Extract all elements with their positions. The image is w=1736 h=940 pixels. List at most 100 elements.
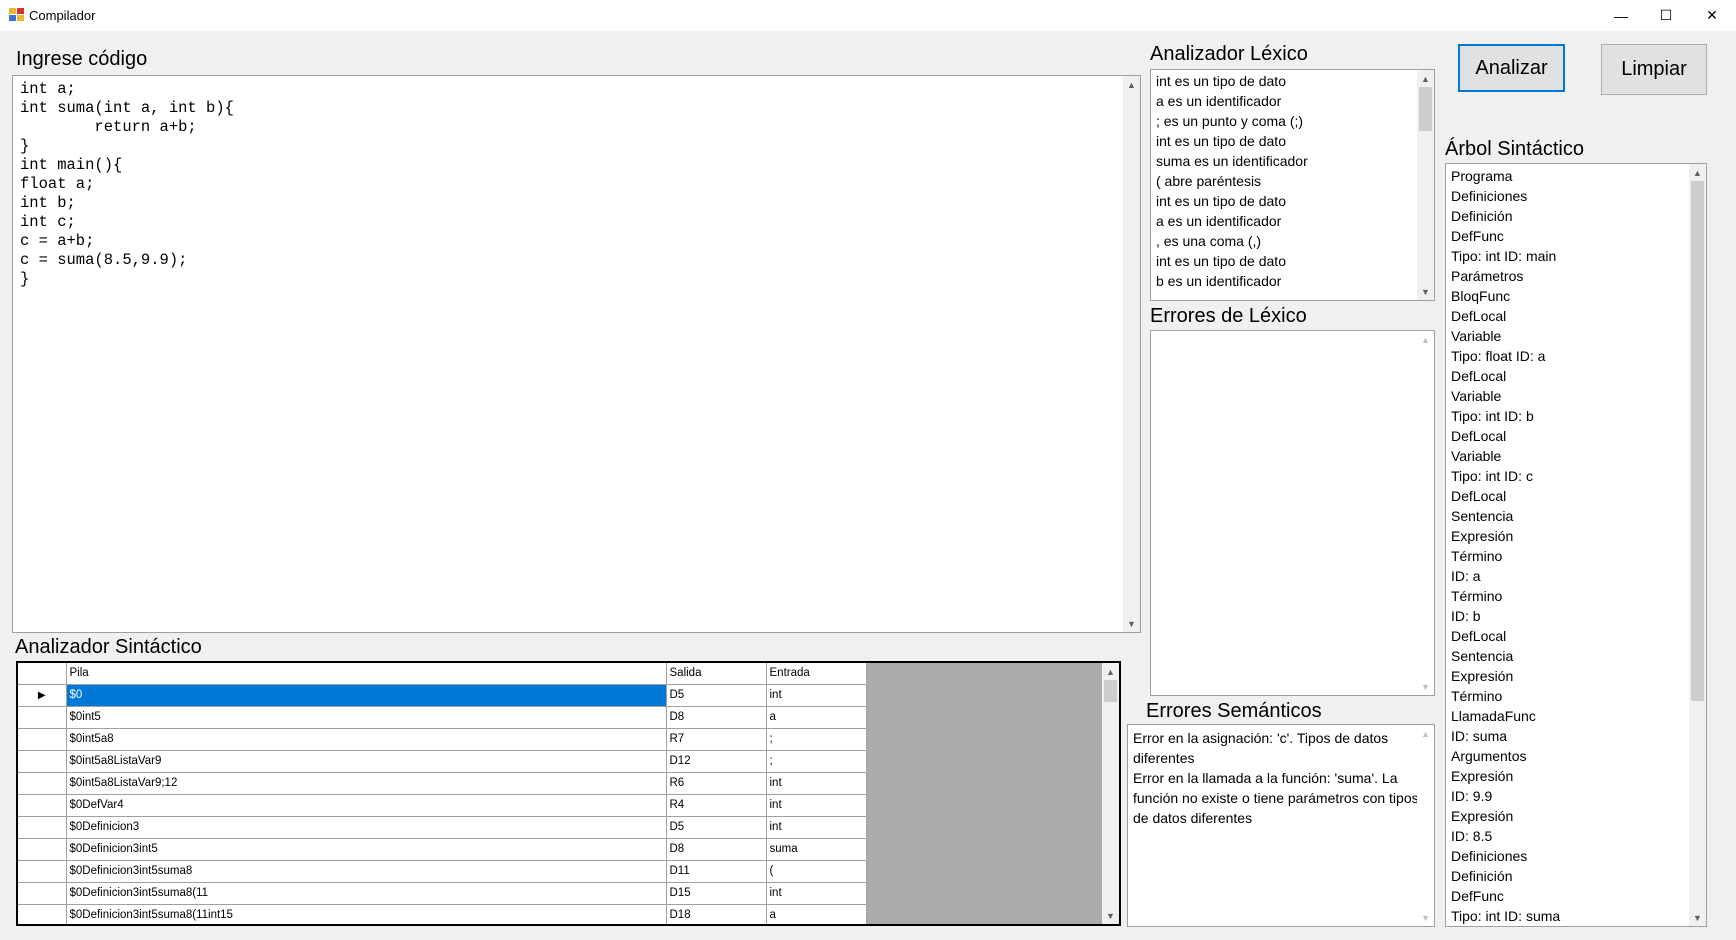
cell-salida[interactable]: R4 <box>666 794 767 817</box>
cell-salida[interactable]: D18 <box>666 904 767 924</box>
cell-entrada[interactable]: int <box>766 794 867 817</box>
row-header[interactable] <box>18 772 67 795</box>
limpiar-button[interactable]: Limpiar <box>1601 44 1707 95</box>
list-item[interactable]: int es un tipo de dato <box>1156 131 1308 151</box>
maximize-button[interactable]: ☐ <box>1643 0 1689 31</box>
cell-pila[interactable]: $0int5a8ListaVar9 <box>66 750 667 773</box>
table-row[interactable]: $0Definicion3int5suma8(11 D15 int <box>18 882 867 905</box>
table-row[interactable]: $0Definicion3 D5 int <box>18 816 867 839</box>
tree-item[interactable]: Término <box>1451 546 1560 566</box>
tree-item[interactable]: Variable <box>1451 386 1560 406</box>
close-button[interactable]: ✕ <box>1689 0 1735 31</box>
list-item[interactable]: , es una coma (,) <box>1156 231 1308 251</box>
scroll-down-icon[interactable]: ▼ <box>1102 907 1119 924</box>
tree-item[interactable]: Programa <box>1451 166 1560 186</box>
cell-entrada[interactable]: ( <box>766 860 867 883</box>
errores-lexico-list[interactable]: ▲ ▼ <box>1150 330 1435 696</box>
tree-item[interactable]: Variable <box>1451 446 1560 466</box>
table-row[interactable]: $0Definicion3int5suma8(11int15 D18 a <box>18 904 867 924</box>
cell-salida[interactable]: D8 <box>666 838 767 861</box>
cell-entrada[interactable]: int <box>766 684 867 707</box>
scroll-down-icon[interactable]: ▼ <box>1417 909 1434 926</box>
cell-pila[interactable]: $0int5a8ListaVar9;12 <box>66 772 667 795</box>
cell-salida[interactable]: D5 <box>666 816 767 839</box>
scroll-up-icon[interactable]: ▲ <box>1417 70 1434 87</box>
tree-item[interactable]: LlamadaFunc <box>1451 706 1560 726</box>
row-header[interactable] <box>18 860 67 883</box>
lexico-scrollbar[interactable]: ▲ ▼ <box>1417 70 1434 300</box>
scroll-down-icon[interactable]: ▼ <box>1417 283 1434 300</box>
row-header[interactable]: ▶ <box>18 684 67 707</box>
list-item[interactable]: ( abre paréntesis <box>1156 171 1308 191</box>
tree-item[interactable]: Definiciones <box>1451 846 1560 866</box>
row-header[interactable] <box>18 838 67 861</box>
tree-item[interactable]: Expresión <box>1451 766 1560 786</box>
list-item[interactable]: a es un identificador <box>1156 211 1308 231</box>
tree-item[interactable]: DefLocal <box>1451 366 1560 386</box>
minimize-button[interactable]: — <box>1598 0 1644 31</box>
row-header[interactable] <box>18 750 67 773</box>
cell-pila[interactable]: $0int5a8 <box>66 728 667 751</box>
sintactico-grid[interactable]: Pila Salida Entrada ▶ $0 D5 int $0int5 D8 a $0i… <box>16 661 1121 926</box>
table-row[interactable]: $0int5a8 R7; <box>18 728 867 751</box>
tree-item[interactable]: Definición <box>1451 206 1560 226</box>
scroll-up-icon[interactable]: ▲ <box>1689 164 1706 181</box>
cell-salida[interactable]: D12 <box>666 750 767 773</box>
tree-item[interactable]: Argumentos <box>1451 746 1560 766</box>
lexico-list[interactable]: int es un tipo de dato a es un identifica… <box>1150 69 1435 301</box>
cell-salida[interactable]: D11 <box>666 860 767 883</box>
tree-item[interactable]: Tipo: int ID: suma <box>1451 906 1560 926</box>
code-scrollbar[interactable]: ▲ ▼ <box>1123 76 1140 632</box>
scroll-up-icon[interactable]: ▲ <box>1417 331 1434 348</box>
table-row[interactable]: $0DefVar4 R4 int <box>18 794 867 817</box>
cell-pila[interactable]: $0DefVar4 <box>66 794 667 817</box>
row-header[interactable] <box>18 728 67 751</box>
tree-item[interactable]: ID: 9.9 <box>1451 786 1560 806</box>
tree-item[interactable]: Expresión <box>1451 666 1560 686</box>
tree-item[interactable]: Definiciones <box>1451 186 1560 206</box>
column-salida[interactable]: Salida <box>666 663 767 685</box>
table-row[interactable]: $0Definicion3int5 D8 suma <box>18 838 867 861</box>
tree-item[interactable]: Expresión <box>1451 806 1560 826</box>
tree-item[interactable]: Expresión <box>1451 526 1560 546</box>
list-item[interactable]: int es un tipo de dato <box>1156 191 1308 211</box>
tree-item[interactable]: Tipo: int ID: b <box>1451 406 1560 426</box>
list-item[interactable]: int es un tipo de dato <box>1156 71 1308 91</box>
cell-pila[interactable]: $0Definicion3int5suma8(11 <box>66 882 667 905</box>
cell-entrada[interactable]: int <box>766 772 867 795</box>
cell-salida[interactable]: R6 <box>666 772 767 795</box>
scroll-up-icon[interactable]: ▲ <box>1102 663 1119 680</box>
cell-salida[interactable]: D5 <box>666 684 767 707</box>
tree-item[interactable]: Término <box>1451 586 1560 606</box>
cell-pila[interactable]: $0Definicion3int5suma8 <box>66 860 667 883</box>
sintactico-scrollbar[interactable]: ▲ ▼ <box>1102 663 1119 924</box>
row-header[interactable] <box>18 904 67 924</box>
tree-item[interactable]: DefFunc <box>1451 226 1560 246</box>
table-row[interactable]: $0int5a8ListaVar9;12 R6 int <box>18 772 867 795</box>
cell-entrada[interactable]: ; <box>766 728 867 751</box>
scroll-thumb[interactable] <box>1691 181 1704 701</box>
tree-item[interactable]: DefLocal <box>1451 486 1560 506</box>
scroll-down-icon[interactable]: ▼ <box>1689 909 1706 926</box>
tree-item[interactable]: DefLocal <box>1451 426 1560 446</box>
list-item[interactable]: ; es un punto y coma (;) <box>1156 111 1308 131</box>
cell-entrada[interactable]: int <box>766 816 867 839</box>
scroll-down-icon[interactable]: ▼ <box>1417 678 1434 695</box>
cell-salida[interactable]: D15 <box>666 882 767 905</box>
table-row[interactable]: $0int5 D8 a <box>18 706 867 729</box>
tree-item[interactable]: BloqFunc <box>1451 286 1560 306</box>
cell-pila[interactable]: $0Definicion3int5 <box>66 838 667 861</box>
list-item[interactable]: suma es un identificador <box>1156 151 1308 171</box>
tree-item[interactable]: DefFunc <box>1451 886 1560 906</box>
tree-item[interactable]: Tipo: float ID: a <box>1451 346 1560 366</box>
errores-semanticos-box[interactable]: Error en la asignación: 'c'. Tipos de da… <box>1127 724 1435 927</box>
cell-entrada[interactable]: a <box>766 904 867 924</box>
list-item[interactable]: int es un tipo de dato <box>1156 251 1308 271</box>
cell-pila[interactable]: $0int5 <box>66 706 667 729</box>
cell-entrada[interactable]: a <box>766 706 867 729</box>
cell-entrada[interactable]: int <box>766 882 867 905</box>
table-row[interactable]: $0int5a8ListaVar9 D12; <box>18 750 867 773</box>
cell-entrada[interactable]: suma <box>766 838 867 861</box>
tree-item[interactable]: ID: a <box>1451 566 1560 586</box>
cell-salida[interactable]: R7 <box>666 728 767 751</box>
